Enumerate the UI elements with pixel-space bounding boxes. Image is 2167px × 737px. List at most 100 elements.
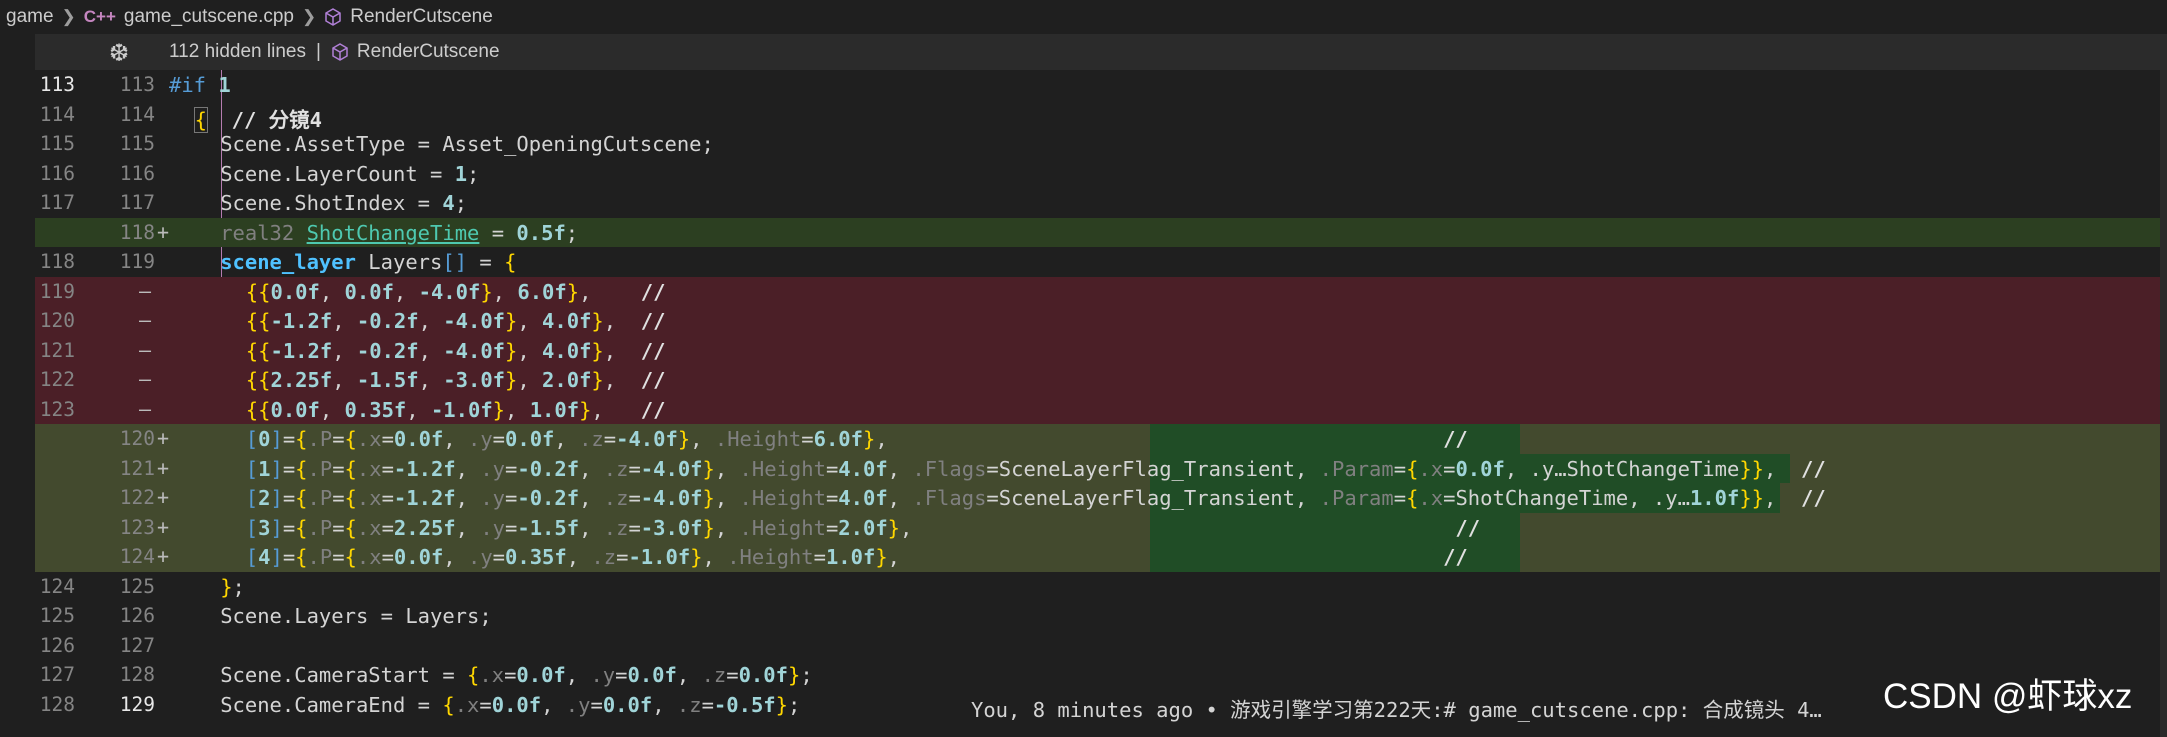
breadcrumb-symbol[interactable]: RenderCutscene [324,6,493,28]
minus-icon: — [139,367,152,391]
line-number-modified: 126 [119,604,155,627]
minus-icon: — [139,308,152,332]
diff-deleted-line[interactable]: 120 — {{-1.2f, -0.2f, -4.0f}, 4.0f}, // [35,306,2167,336]
diff-added-line[interactable]: 118 + real32 ShotChangeTime = 0.5f; [35,217,2167,247]
line-number-original: 123 [39,397,75,421]
line-number-modified: 129 [119,692,155,716]
line-number-modified: 120 [119,427,155,450]
line-number-modified: 127 [119,633,155,657]
diff-editor[interactable]: 113 113 #if 1 114 114 { // 分镜4 115 115 Scene.Ass… [35,70,2167,737]
breadcrumb-symbol-label: RenderCutscene [350,6,493,27]
line-number-original: 128 [39,692,75,716]
chevron-right-icon: ❯ [61,7,76,26]
code-text: Scene.ShotIndex = 4; [220,191,468,215]
code-line[interactable]: 115 115 Scene.AssetType = Asset_OpeningCut… [35,129,2167,159]
line-number-original: 115 [39,132,75,155]
code-line[interactable]: 117 117 Scene.ShotIndex = 4; [35,188,2167,218]
code-text: [0]={.P={.x=0.0f, .y=0.0f, .z=-4.0f}, .H… [245,427,1468,451]
line-number-modified: 118 [119,220,155,244]
code-text: Scene.CameraStart = {.x=0.0f, .y=0.0f, .… [220,663,813,687]
line-number-modified: 121 [119,456,155,480]
line-number-original: 113 [39,73,75,96]
plus-icon: + [157,514,170,539]
code-text: [1]={.P={.x=-1.2f, .y=-0.2f, .z=-4.0f}, … [245,456,1826,481]
code-line[interactable]: 114 114 { // 分镜4 [35,100,2167,133]
diff-added-line[interactable]: 120 + [0]={.P={.x=0.0f, .y=0.0f, .z=-4.0f}… [35,424,2167,454]
minus-icon: — [139,337,152,362]
line-number-original: 124 [39,574,75,598]
line-number-modified: 128 [119,663,155,686]
code-text: Scene.AssetType = Asset_OpeningCutscene; [220,132,714,156]
method-cube-icon [324,8,342,26]
git-blame-annotation: You, 8 minutes ago • 游戏引擎学习第222天:# game_… [971,697,1822,722]
code-text: [3]={.P={.x=2.25f, .y=-1.5f, .z=-3.0f}, … [245,515,1481,540]
vertical-scrollbar[interactable] [2160,70,2167,737]
diff-added-line[interactable]: 122 + [2]={.P={.x=-1.2f, .y=-0.2f, .z=-4.0… [35,483,2167,513]
hidden-lines-count[interactable]: 112 hidden lines [169,41,306,63]
line-number-original: 127 [39,663,75,686]
diff-added-line[interactable]: 123 + [3]={.P={.x=2.25f, .y=-1.5f, .z=-3.0… [35,512,2167,542]
breadcrumb-root[interactable]: game [6,6,54,28]
code-text: {{-1.2f, -0.2f, -4.0f}, 4.0f}, // [245,309,666,333]
code-line[interactable]: 113 113 #if 1 [35,70,2167,100]
plus-icon: + [157,485,170,509]
line-number-original: 120 [39,309,75,332]
line-number-original: 119 [39,279,75,303]
code-line[interactable]: 124 125}; [35,572,2167,602]
code-text: {{2.25f, -1.5f, -3.0f}, 2.0f}, // [245,368,666,392]
code-text: [2]={.P={.x=-1.2f, .y=-0.2f, .z=-4.0f}, … [245,486,1826,510]
code-line[interactable]: 118 119 scene_layer Layers[] = { [35,247,2167,277]
line-number-modified: 123 [119,515,155,539]
minus-icon: — [139,278,152,303]
code-text: scene_layer Layers[] = { [220,250,517,274]
code-text: Scene.LayerCount = 1; [220,161,480,186]
diff-deleted-line[interactable]: 119 — {{0.0f, 0.0f, -4.0f}, 6.0f}, // [35,276,2167,306]
unfold-icon[interactable]: ❆ [109,39,129,68]
line-number-modified: 124 [119,545,155,568]
line-number-original: 125 [39,604,75,627]
code-text: {{0.0f, 0.0f, -4.0f}, 6.0f}, // [245,279,666,304]
breadcrumb-root-label: game [6,6,54,27]
plus-icon: + [157,426,170,450]
line-number-modified: 116 [119,161,155,185]
hidden-lines-symbol[interactable]: RenderCutscene [357,41,500,63]
code-line[interactable]: 127 128 Scene.CameraStart = {.x=0.0f, .y=0… [35,660,2167,690]
code-line[interactable]: 125 126 Scene.Layers = Layers; [35,601,2167,631]
line-number-modified: 125 [119,574,155,598]
code-text: {{-1.2f, -0.2f, -4.0f}, 4.0f}, // [245,338,666,363]
hidden-lines-bar[interactable]: ❆ 112 hidden lines | RenderCutscene [35,34,2167,70]
code-line[interactable]: 116 116 Scene.LayerCount = 1; [35,159,2167,189]
minus-icon: — [139,396,152,421]
line-number-original: 118 [39,250,75,273]
plus-icon: + [157,544,170,568]
line-number-modified: 117 [119,191,155,214]
line-number-original: 116 [39,161,75,185]
plus-icon: + [157,455,170,480]
line-number-original: 126 [39,633,75,657]
diff-deleted-line[interactable]: 121 — {{-1.2f, -0.2f, -4.0f}, 4.0f}, // [35,335,2167,365]
code-line[interactable]: 128 129 Scene.CameraEnd = {.x=0.0f, .y=0.0… [35,690,2167,722]
diff-deleted-line[interactable]: 123 — {{0.0f, 0.35f, -1.0f}, 1.0f}, // [35,394,2167,424]
line-number-original: 121 [39,338,75,362]
diff-added-line[interactable]: 121 + [1]={.P={.x=-1.2f, .y=-0.2f, .z=-4.0… [35,453,2167,483]
watermark: CSDN @虾球xz [1883,677,2133,716]
line-number-original: 114 [39,102,75,126]
code-line[interactable]: 126 127 [35,631,2167,661]
breadcrumb-file-label: game_cutscene.cpp [123,6,294,27]
diff-deleted-line[interactable]: 122 — {{2.25f, -1.5f, -3.0f}, 2.0f}, // [35,365,2167,395]
code-text: #if 1 [169,73,231,97]
code-text: Scene.Layers = Layers; [220,604,492,628]
code-text: [4]={.P={.x=0.0f, .y=0.35f, .z=-1.0f}, .… [245,545,1468,569]
breadcrumb-file[interactable]: C++ game_cutscene.cpp [84,6,294,28]
method-cube-icon [331,43,349,61]
plus-icon: + [157,219,170,244]
code-text: real32 ShotChangeTime = 0.5f; [220,220,579,245]
line-number-modified: 119 [119,250,155,273]
line-number-modified: 114 [119,102,155,126]
line-number-original: 122 [39,368,75,391]
cpp-file-icon: C++ [83,7,116,26]
diff-added-line[interactable]: 124 + [4]={.P={.x=0.0f, .y=0.35f, .z=-1.0f… [35,542,2167,572]
separator: | [315,41,321,62]
line-number-original: 117 [39,191,75,214]
line-number-modified: 115 [119,132,155,155]
